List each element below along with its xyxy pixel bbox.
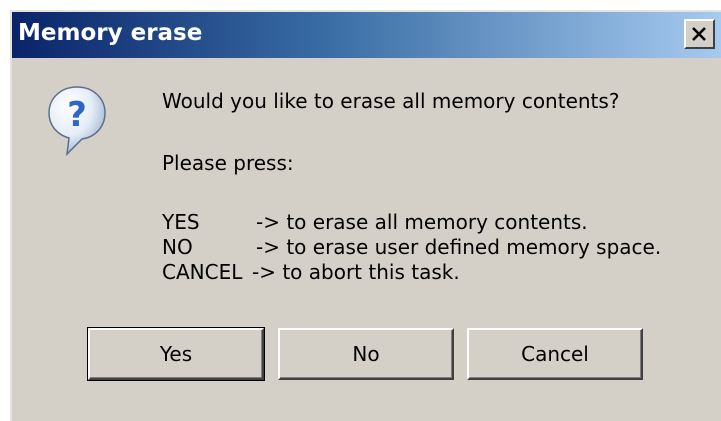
close-button[interactable] <box>684 19 715 49</box>
window-title: Memory erase <box>18 20 203 46</box>
cancel-button[interactable]: Cancel <box>467 328 643 380</box>
option-key: NO <box>162 235 193 259</box>
close-icon <box>692 27 706 41</box>
memory-erase-dialog: Memory erase ? Would you like to erase a… <box>10 10 721 421</box>
option-description: -> to erase user defined memory space. <box>256 235 662 259</box>
option-description: -> to erase all memory contents. <box>256 210 588 234</box>
svg-text:?: ? <box>67 95 87 135</box>
option-key: CANCEL <box>162 260 243 284</box>
message-question: Would you like to erase all memory conte… <box>162 89 620 113</box>
option-key: YES <box>162 210 200 234</box>
no-button[interactable]: No <box>278 328 454 380</box>
title-bar[interactable]: Memory erase <box>12 12 721 58</box>
question-icon: ? <box>48 86 106 157</box>
yes-button[interactable]: Yes <box>87 327 265 381</box>
message-instruction: Please press: <box>162 151 294 175</box>
option-description: -> to abort this task. <box>252 260 460 284</box>
